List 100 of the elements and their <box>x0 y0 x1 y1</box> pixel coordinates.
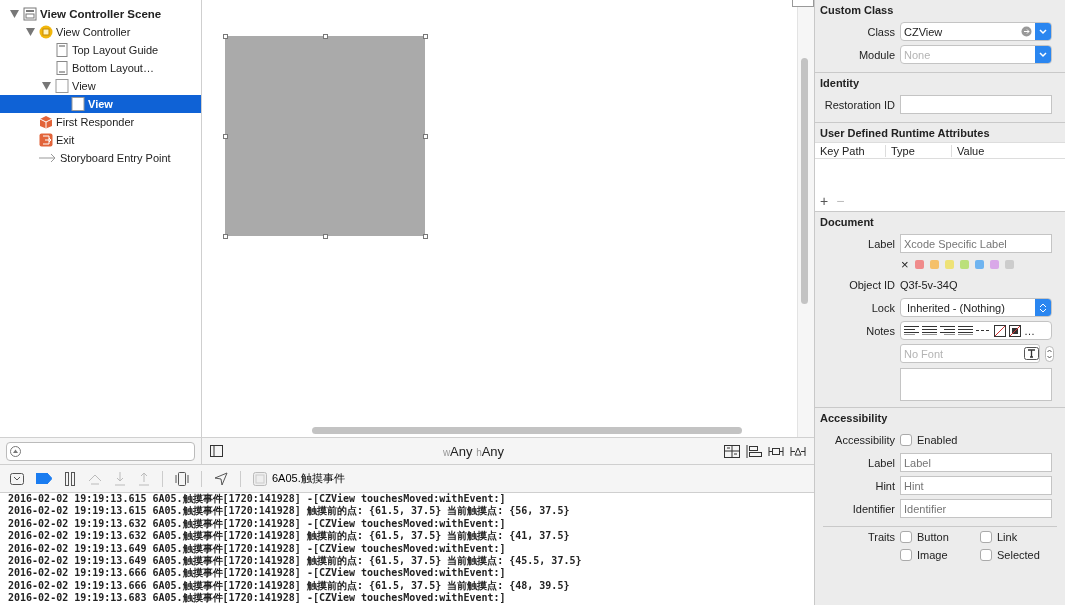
checkbox-label: Button <box>917 531 949 543</box>
trait-checkbox[interactable] <box>900 549 912 561</box>
align-icon[interactable] <box>746 444 762 458</box>
console-line: 2016-02-02 19:19:13.632 6A05.触摸事件[1720:141928] -[CZView touchesMoved:withEvent:] <box>8 517 507 530</box>
resize-handle[interactable] <box>423 34 428 39</box>
filter-field[interactable] <box>6 441 195 461</box>
filter-icon <box>10 445 21 457</box>
lock-popup[interactable]: Inherited - (Nothing) <box>900 298 1052 317</box>
field-label: Accessibility <box>834 433 895 446</box>
disclosure-icon[interactable] <box>41 82 51 90</box>
text-align-icon[interactable] <box>940 326 955 335</box>
enabled-checkbox[interactable] <box>900 433 912 446</box>
outline-item[interactable]: Bottom Layout… <box>0 59 201 77</box>
clear-color-button[interactable]: × <box>901 256 909 272</box>
trait-checkbox[interactable] <box>980 549 992 561</box>
text-align-icon[interactable] <box>922 326 937 335</box>
field-label: Hint <box>874 479 895 492</box>
location-button[interactable] <box>214 469 228 488</box>
stack-icon[interactable] <box>724 444 740 458</box>
label-field[interactable]: Xcode Specific Label <box>900 234 1052 253</box>
resize-handle[interactable] <box>323 34 328 39</box>
text-field[interactable]: Identifier <box>900 499 1052 518</box>
console-line: 2016-02-02 19:19:13.666 6A05.触摸事件[1720:141928] 触摸前的点: {61.5, 37.5} 当前触摸点: {48, 39.5} <box>8 579 571 592</box>
outline-item[interactable]: View Controller <box>0 23 201 41</box>
trait-checkbox[interactable] <box>980 531 992 543</box>
console-line: 2016-02-02 19:19:13.666 6A05.触摸事件[1720:141928] -[CZView touchesMoved:withEvent:] <box>8 567 507 580</box>
console-line: 2016-02-02 19:19:13.649 6A05.触摸事件[1720:141928] 触摸前的点: {61.5, 37.5} 当前触摸点: {45.5, 37.5} <box>8 555 583 567</box>
outline-item[interactable]: First Responder <box>0 113 201 131</box>
pause-button[interactable] <box>64 469 76 488</box>
color-swatch[interactable] <box>929 259 939 269</box>
outline-item[interactable]: View Controller Scene <box>0 5 201 23</box>
field-label: Identifier <box>851 502 895 515</box>
layers-icon <box>175 471 189 486</box>
resolve-icon[interactable] <box>790 444 806 458</box>
text-field[interactable]: Label <box>900 453 1052 472</box>
size-class-value[interactable]: Any <box>481 443 505 459</box>
resize-handle[interactable] <box>423 134 428 139</box>
font-icon[interactable] <box>1024 347 1039 360</box>
color-swatch[interactable] <box>989 259 999 269</box>
size-class-value[interactable]: Any <box>450 443 473 459</box>
resize-handle[interactable] <box>323 234 328 239</box>
outline-item[interactable]: View <box>0 95 201 113</box>
class-combo-box[interactable]: CZView <box>900 22 1052 41</box>
color-swatch[interactable] <box>959 259 969 269</box>
color-well-icon[interactable] <box>1009 324 1021 337</box>
controller-icon <box>39 25 53 39</box>
text-align-icon[interactable] <box>904 326 919 335</box>
layout-guide-icon <box>55 61 69 75</box>
section-title: Custom Class <box>819 4 895 18</box>
view-debugger-button[interactable] <box>175 469 189 488</box>
outline-item[interactable]: Top Layout Guide <box>0 41 201 59</box>
object-id: Q3f-5v-34Q <box>900 278 958 291</box>
sidebar-toggle-icon[interactable] <box>210 445 223 457</box>
color-swatch[interactable] <box>1004 259 1014 269</box>
restoration-id-field[interactable] <box>900 95 1052 114</box>
console-line: 2016-02-02 19:19:13.683 6A05.触摸事件[1720:141928] -[CZView touchesMoved:withEvent:] <box>8 592 507 605</box>
field-label: Class <box>866 25 895 38</box>
section-title: User Defined Runtime Attributes <box>819 127 991 141</box>
field-label: Traits <box>866 531 895 543</box>
arrow-circle-icon[interactable] <box>1021 26 1032 37</box>
text-field[interactable]: Hint <box>900 476 1052 495</box>
scrollbar[interactable] <box>312 427 742 434</box>
dashed-line-icon[interactable] <box>976 329 991 332</box>
outline-item[interactable]: View <box>0 77 201 95</box>
column-header[interactable]: Key Path <box>815 144 886 157</box>
field-label: Module <box>857 48 895 61</box>
resize-handle[interactable] <box>223 234 228 239</box>
no-color-icon[interactable] <box>994 324 1006 337</box>
size-class-prefix: w <box>442 446 451 458</box>
section-title: Identity <box>819 77 861 91</box>
column-header[interactable]: Type <box>886 144 952 157</box>
layout-guide-icon <box>55 43 69 57</box>
color-swatch[interactable] <box>944 259 954 269</box>
outline-item[interactable]: Storyboard Entry Point <box>0 149 201 167</box>
color-swatch[interactable] <box>974 259 984 269</box>
column-header[interactable]: Value <box>952 144 1042 157</box>
view-icon <box>71 97 85 111</box>
scrollbar[interactable] <box>801 58 808 304</box>
field-label: Restoration ID <box>823 98 895 111</box>
resize-handle[interactable] <box>223 34 228 39</box>
size-class-prefix: h <box>476 446 482 458</box>
console-line: 2016-02-02 19:19:13.615 6A05.触摸事件[1720:141928] -[CZView touchesMoved:withEvent:] <box>8 493 507 505</box>
pause-icon <box>64 471 76 486</box>
color-swatch[interactable] <box>914 259 924 269</box>
checkbox-label: Selected <box>997 549 1040 561</box>
more-button[interactable]: … <box>1024 324 1035 337</box>
add-button[interactable]: + <box>820 193 829 209</box>
resize-handle[interactable] <box>223 134 228 139</box>
step-out-icon <box>138 471 150 486</box>
process-breadcrumb[interactable]: 6A05.触摸事件 <box>253 471 345 486</box>
pin-icon[interactable] <box>768 444 784 458</box>
resize-handle[interactable] <box>423 234 428 239</box>
section-title: Document <box>819 216 875 230</box>
trait-checkbox[interactable] <box>900 531 912 543</box>
panel-icon <box>10 472 24 485</box>
text-align-icon[interactable] <box>958 326 973 335</box>
field-label: Label <box>867 237 895 250</box>
stepper-icon[interactable] <box>1045 345 1054 362</box>
step-over-icon <box>88 472 102 485</box>
outline-item[interactable]: Exit <box>0 131 201 149</box>
